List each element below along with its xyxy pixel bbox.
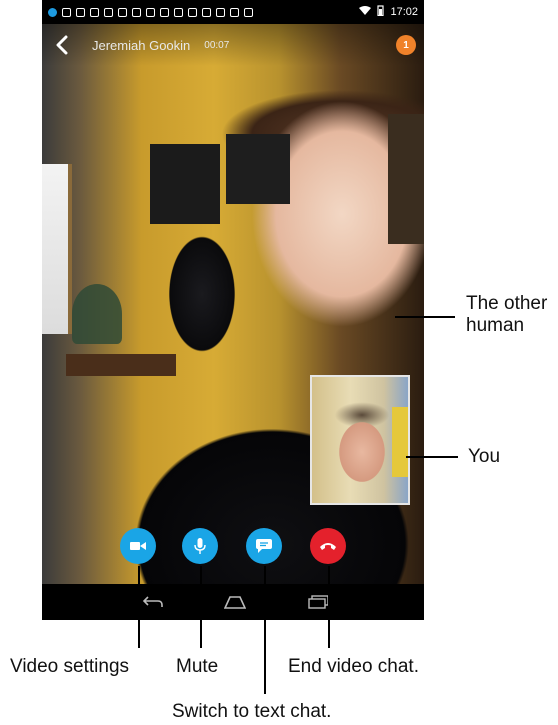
end-call-button[interactable]: [310, 528, 346, 564]
label-switch-to-text: Switch to text chat.: [172, 701, 332, 722]
self-view-background: [392, 407, 408, 477]
notification-badge[interactable]: 1: [396, 35, 416, 55]
back-arrow-icon: [142, 596, 163, 607]
check-icon: [216, 7, 225, 17]
download-icon: [146, 7, 155, 17]
callout-line-switch-text: [264, 566, 266, 694]
call-controls: [42, 528, 424, 572]
people-icon: [188, 7, 197, 17]
message-icon: [76, 7, 85, 17]
download-icon: [160, 7, 169, 17]
stop-icon: [202, 7, 211, 17]
mute-button[interactable]: [182, 528, 218, 564]
callout-line-mute: [200, 566, 202, 648]
nav-recents-button[interactable]: [304, 592, 334, 612]
play-icon: [230, 7, 239, 17]
call-header: Jeremiah Gookin 00:07 1: [42, 24, 424, 66]
background-lamp: [72, 284, 122, 344]
android-nav-bar: [42, 584, 424, 620]
mail-icon: [174, 7, 183, 17]
background-poster: [150, 144, 220, 224]
label-end-video-chat: End video chat.: [288, 656, 419, 677]
callout-line-you: [406, 456, 458, 458]
recents-icon: [308, 595, 329, 609]
call-timer: 00:07: [204, 39, 230, 51]
label-other-human: The other human: [466, 293, 548, 336]
skype-icon: [48, 7, 57, 17]
home-icon: [224, 596, 246, 609]
background-poster: [226, 134, 290, 204]
video-camera-icon: [130, 542, 146, 550]
caller-name: Jeremiah Gookin: [92, 37, 191, 53]
message-icon: [62, 7, 71, 17]
label-mute: Mute: [176, 656, 219, 677]
clock: 17:02: [390, 6, 418, 18]
chevron-left-icon: [56, 35, 68, 55]
self-view-video[interactable]: [310, 375, 410, 505]
download-icon: [132, 7, 141, 17]
label-video-settings: Video settings: [10, 656, 130, 677]
background-shelf: [66, 354, 176, 376]
wifi-icon: [359, 5, 372, 19]
download-icon: [118, 7, 127, 17]
label-you: You: [468, 446, 501, 467]
nav-home-button[interactable]: [220, 592, 250, 612]
text-chat-button[interactable]: [246, 528, 282, 564]
check-icon: [244, 7, 253, 17]
callout-line-video-settings: [138, 566, 140, 648]
callout-line-end-chat: [328, 566, 330, 648]
mail-icon: [104, 7, 113, 17]
battery-icon: [377, 5, 385, 19]
microphone-icon: [194, 538, 206, 554]
background-window: [42, 164, 72, 334]
status-right: 17:02: [359, 5, 418, 19]
callout-line-other-human: [395, 316, 455, 318]
chat-bubble-icon: [256, 539, 272, 553]
phone-screen: 17:02 Jeremiah Gookin 00:07 1: [42, 0, 424, 620]
android-status-bar: 17:02: [42, 0, 424, 24]
nav-back-button[interactable]: [138, 592, 168, 612]
video-settings-button[interactable]: [120, 528, 156, 564]
back-button[interactable]: [42, 24, 82, 66]
background-poster: [388, 114, 424, 244]
notification-icons: [48, 7, 253, 17]
phone-hangup-icon: [320, 543, 336, 550]
document-icon: [90, 7, 99, 17]
